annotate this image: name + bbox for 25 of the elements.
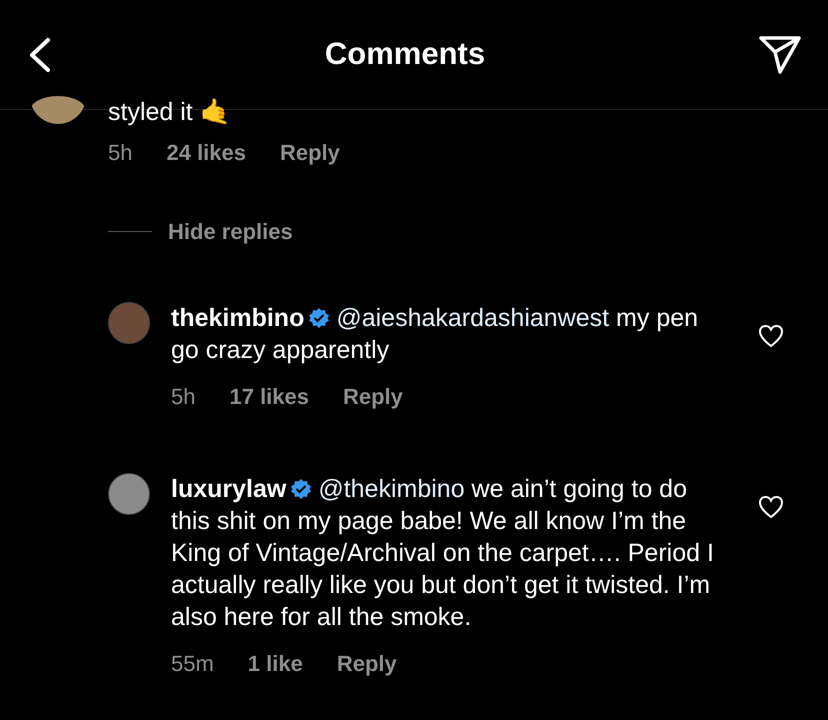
like-count[interactable]: 17 likes [229,380,309,413]
avatar[interactable] [108,302,150,344]
like-count[interactable]: 24 likes [166,136,246,169]
heart-icon[interactable] [758,495,784,519]
comment-text: thekimbino @aieshakardashianwest my pen go crazy apparently [171,303,700,366]
avatar[interactable] [30,96,86,126]
username-link[interactable]: thekimbino [171,304,304,332]
username-link[interactable]: luxurylaw [171,475,286,503]
hide-replies-button[interactable]: Hide replies [168,215,293,248]
comment-text: luxurylaw @thekimbino we ain’t going to do this shit on my page babe! We all know I’m the King of Vintage/Archival on the carpet…. Period I actually really like you but don’t get it twisted. I’m also here for all the smoke. [171,474,715,633]
mention-link[interactable]: @thekimbino [318,475,465,503]
reply-link[interactable]: Reply [343,380,403,413]
send-icon[interactable] [758,34,802,74]
heart-icon[interactable] [758,324,784,348]
comment-time: 5h [108,139,132,167]
screen-title: Comments [324,35,486,74]
like-count[interactable]: 1 like [248,647,303,680]
comment-time: 55m [171,650,214,678]
reply-link[interactable]: Reply [280,136,340,169]
emoji: 🤙 [200,98,231,126]
mention-link[interactable]: @aieshakardashianwest [336,304,610,332]
comment-time: 5h [171,383,196,411]
comment-text: styled it 🤙 [108,97,232,128]
reply-link[interactable]: Reply [336,647,397,680]
avatar[interactable] [108,473,150,515]
